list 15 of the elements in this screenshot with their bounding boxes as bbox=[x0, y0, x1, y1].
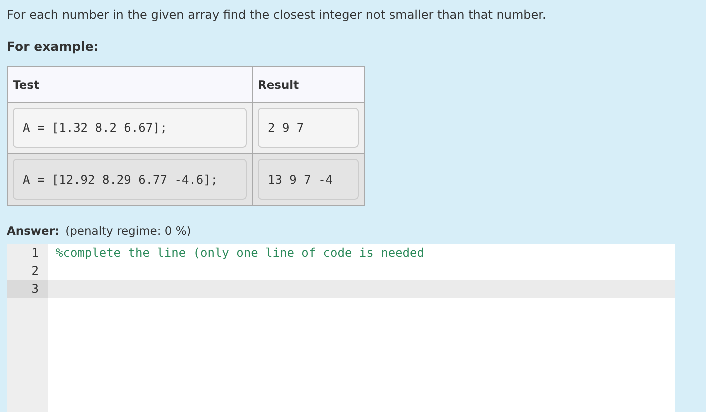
result-output: 13 9 7 -4 bbox=[258, 159, 359, 200]
answer-label: Answer: bbox=[7, 223, 60, 240]
penalty-text: (penalty regime: 0 %) bbox=[66, 223, 192, 240]
line-number: 1 bbox=[30, 245, 40, 262]
code-line: %complete the line (only one line of code is needed bbox=[55, 245, 426, 262]
test-code: A = [1.32 8.2 6.67]; bbox=[13, 108, 247, 148]
question-text: For each number in the given array find the closest integer not smaller than that number. bbox=[7, 7, 548, 24]
result-output: 2 9 7 bbox=[258, 108, 359, 148]
column-header: Result bbox=[253, 67, 364, 103]
example-heading: For example: bbox=[7, 38, 100, 56]
line-number: 2 bbox=[30, 263, 40, 280]
line-number: 3 bbox=[7, 280, 48, 298]
code-editor[interactable]: 1 2 3 %complete the line (only one line of code is needed bbox=[7, 244, 675, 412]
test-code: A = [12.92 8.29 6.77 -4.6]; bbox=[13, 159, 247, 200]
column-header: Test bbox=[8, 67, 253, 103]
